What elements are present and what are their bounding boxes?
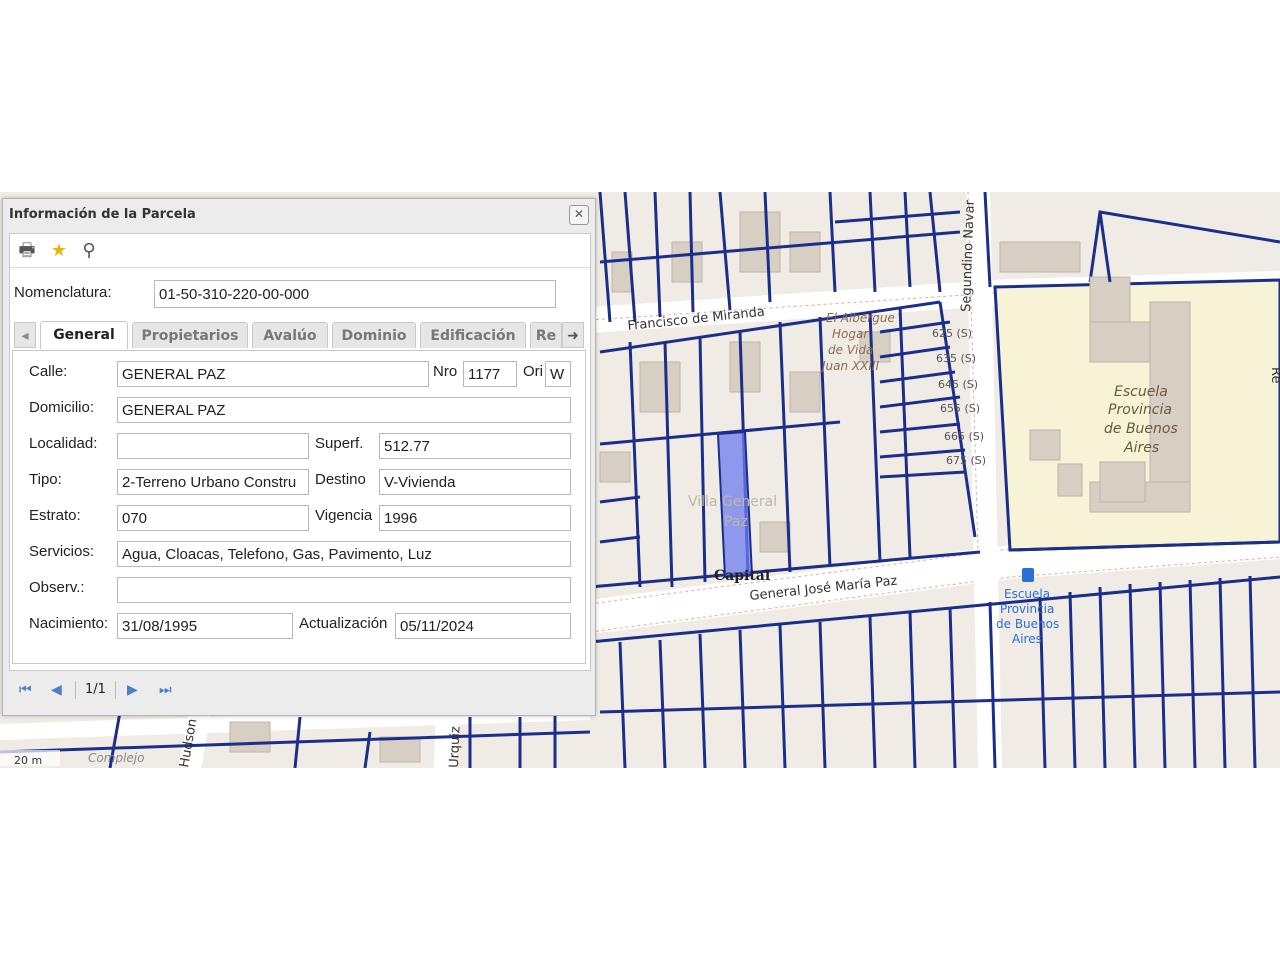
tipo-label: Tipo: — [29, 471, 62, 488]
nomenclatura-label: Nomenclatura: — [14, 284, 112, 301]
school-line3: de Buenos — [1104, 421, 1178, 437]
poi-albergue-line2: Hogar — [832, 327, 869, 341]
vigencia-label: Vigencia — [315, 507, 373, 524]
destino-label: Destino — [315, 471, 366, 488]
actualizacion-field[interactable]: 05/11/2024 — [395, 613, 571, 639]
superf-label: Superf. — [315, 435, 364, 452]
pager: ⏮ ◀ 1/1 ▶ ⏭ — [9, 675, 589, 705]
nacimiento-field[interactable]: 31/08/1995 — [117, 613, 293, 639]
servicios-label: Servicios: — [29, 543, 95, 560]
nro-field[interactable]: 1177 — [463, 361, 517, 387]
next-page-icon[interactable]: ▶ — [127, 679, 138, 701]
house-number: 635 (S) — [936, 352, 976, 365]
first-page-icon[interactable]: ⏮ — [19, 679, 32, 701]
school-line1: Escuela — [1114, 384, 1168, 400]
school-line2: Provincia — [1108, 402, 1172, 418]
poi-villa-line1: Villa General — [688, 494, 777, 510]
bus-stop-icon[interactable] — [1022, 568, 1034, 582]
servicios-field[interactable]: Agua, Cloacas, Telefono, Gas, Pavimento,… — [117, 541, 571, 567]
nacimiento-label: Nacimiento: — [29, 615, 109, 632]
estrato-label: Estrato: — [29, 507, 81, 524]
tab-re[interactable]: Re — [530, 322, 562, 348]
tab-bar: ◂ General Propietarios Avalúo Dominio Ed… — [12, 320, 586, 350]
tab-scroll-right-icon[interactable]: ➜ — [562, 322, 584, 348]
calle-label: Calle: — [29, 363, 68, 380]
observ-label: Observ.: — [29, 579, 85, 596]
scale-label: 20 m — [14, 754, 42, 767]
tipo-field[interactable]: 2-Terreno Urbano Constru — [117, 469, 309, 495]
calle-field[interactable]: GENERAL PAZ — [117, 361, 429, 387]
poi-villa-line2: Paz — [724, 514, 748, 530]
stop-line4: Aires — [1012, 632, 1042, 646]
nro-label: Nro — [433, 363, 458, 380]
parcel-info-dialog[interactable]: Información de la Parcela ✕ 🖶 ★ ⚲ Nomenc… — [2, 198, 596, 716]
tab-scroll-left-icon[interactable]: ◂ — [14, 322, 36, 348]
house-number: 645 (S) — [938, 378, 978, 391]
page-indicator: 1/1 — [85, 682, 106, 697]
poi-complejo: Complejo — [88, 751, 144, 765]
domicilio-label: Domicilio: — [29, 399, 95, 416]
street-urquiza-label: Urquiz — [447, 726, 463, 768]
actualizacion-label: Actualización — [299, 615, 388, 632]
tab-edificacion[interactable]: Edificación — [420, 322, 526, 348]
localidad-label: Localidad: — [29, 435, 98, 452]
domicilio-field[interactable]: GENERAL PAZ — [117, 397, 571, 423]
poi-capital: Capital — [714, 568, 770, 584]
tab-general[interactable]: General — [40, 321, 128, 349]
close-icon[interactable]: ✕ — [569, 205, 589, 225]
house-number: 625 (S) — [932, 327, 972, 340]
superf-field[interactable]: 512.77 — [379, 433, 571, 459]
dialog-body: 🖶 ★ ⚲ Nomenclatura: 01-50-310-220-00-000… — [9, 233, 591, 671]
stop-line1: Escuela — [1004, 587, 1050, 601]
last-page-icon[interactable]: ⏭ — [159, 679, 172, 701]
print-icon[interactable]: 🖶 — [14, 238, 40, 264]
observ-field[interactable] — [117, 577, 571, 603]
tab-avaluo[interactable]: Avalúo — [252, 322, 328, 348]
poi-albergue-line4: Juan XXIII — [820, 359, 879, 373]
tab-propietarios[interactable]: Propietarios — [132, 322, 248, 348]
poi-albergue-line1: El Albergue — [826, 311, 895, 325]
stop-line2: Provincia — [1000, 602, 1054, 616]
dialog-title: Información de la Parcela — [9, 207, 196, 222]
tab-dominio[interactable]: Dominio — [332, 322, 416, 348]
prev-page-icon[interactable]: ◀ — [51, 679, 62, 701]
star-icon[interactable]: ★ — [46, 238, 72, 264]
nomenclatura-field[interactable]: 01-50-310-220-00-000 — [154, 280, 556, 308]
house-number: 665 (S) — [944, 430, 984, 443]
house-number: 675 (S) — [946, 454, 986, 467]
poi-albergue-line3: de Vida — [828, 343, 873, 357]
localidad-field[interactable] — [117, 433, 309, 459]
ori-field[interactable]: W — [545, 361, 571, 387]
vigencia-field[interactable]: 1996 — [379, 505, 571, 531]
school-line4: Aires — [1123, 440, 1159, 456]
estrato-field[interactable]: 070 — [117, 505, 309, 531]
stop-line3: de Buenos — [996, 617, 1059, 631]
street-re-label: Re — [1268, 367, 1280, 383]
ori-label: Ori — [523, 363, 543, 380]
destino-field[interactable]: V-Vivienda — [379, 469, 571, 495]
general-panel: Calle: GENERAL PAZ Nro 1177 Ori W Domici… — [12, 350, 586, 664]
house-number: 655 (S) — [940, 402, 980, 415]
zoom-icon[interactable]: ⚲ — [76, 238, 102, 264]
